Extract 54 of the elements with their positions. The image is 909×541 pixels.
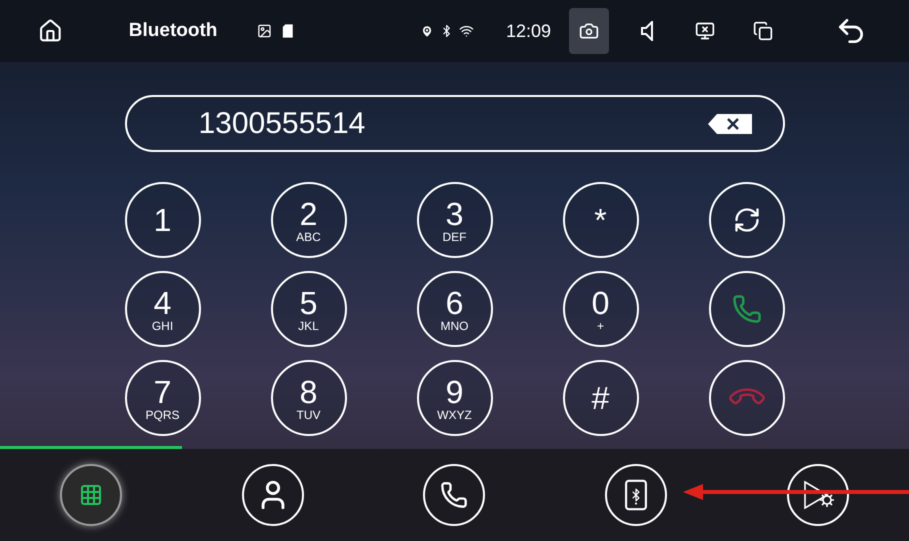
dialpad-tab[interactable] [60,464,122,526]
windows-icon [752,21,773,41]
key-digit: 9 [446,376,464,408]
key-digit: 6 [446,286,464,318]
key-digit: 2 [300,198,318,230]
dial-key[interactable]: 9 WXYZ [416,360,492,436]
key-letters: MNO [440,320,468,332]
app-title: Bluetooth [128,18,218,43]
key-letters: + [596,320,604,332]
number-field[interactable]: 1300555514 [124,95,784,152]
contacts-tab[interactable] [242,464,304,526]
key-letters: GHI [152,320,174,332]
key-letters: DEF [442,230,466,242]
screen-icon [694,21,715,41]
dial-key[interactable]: 0 + [562,271,638,347]
phone-icon [440,481,468,509]
image-icon [257,22,272,40]
dial-key[interactable]: 7 PQRS [124,360,200,436]
dial-key[interactable]: 5 JKL [270,271,346,347]
backspace-icon[interactable] [706,112,752,134]
key-digit: 7 [154,376,172,408]
camera-icon [578,21,599,41]
key-digit: 1 [154,204,172,236]
device-tab[interactable] [605,464,668,526]
dial-key[interactable]: 2 ABC [270,182,346,258]
key-letters: ABC [296,230,321,242]
key-digit: * [594,204,607,236]
key-letters: PQRS [145,408,180,420]
key-digit: 0 [592,286,610,318]
speaker-icon [640,21,653,41]
dial-key[interactable]: 6 MNO [416,271,492,347]
key-letters: TUV [296,408,320,420]
key-letters: WXYZ [437,408,472,420]
dial-key[interactable]: 3 DEF [416,182,492,258]
key-digit: # [592,382,610,414]
key-digit: 8 [300,376,318,408]
calls-tab[interactable] [423,464,486,526]
music-tab[interactable] [787,464,850,526]
dial-key[interactable]: # [562,360,638,436]
key-digit: 5 [300,286,318,318]
dialed-number: 1300555514 [198,106,366,142]
key-letters: JKL [298,320,319,332]
dial-key[interactable]: 4 GHI [124,271,200,347]
dial-key[interactable]: * [562,182,638,258]
phone-icon [732,294,762,324]
key-digit: 3 [446,198,464,230]
swap-icon [732,206,760,234]
camera-button[interactable] [568,8,609,54]
memory-card-icon [282,22,294,40]
clock: 12:09 [506,20,551,42]
key-digit: 4 [154,286,172,318]
dial-key[interactable]: 8 TUV [270,360,346,436]
dialpad-icon [78,483,103,507]
dial-key[interactable]: 1 [124,182,200,258]
